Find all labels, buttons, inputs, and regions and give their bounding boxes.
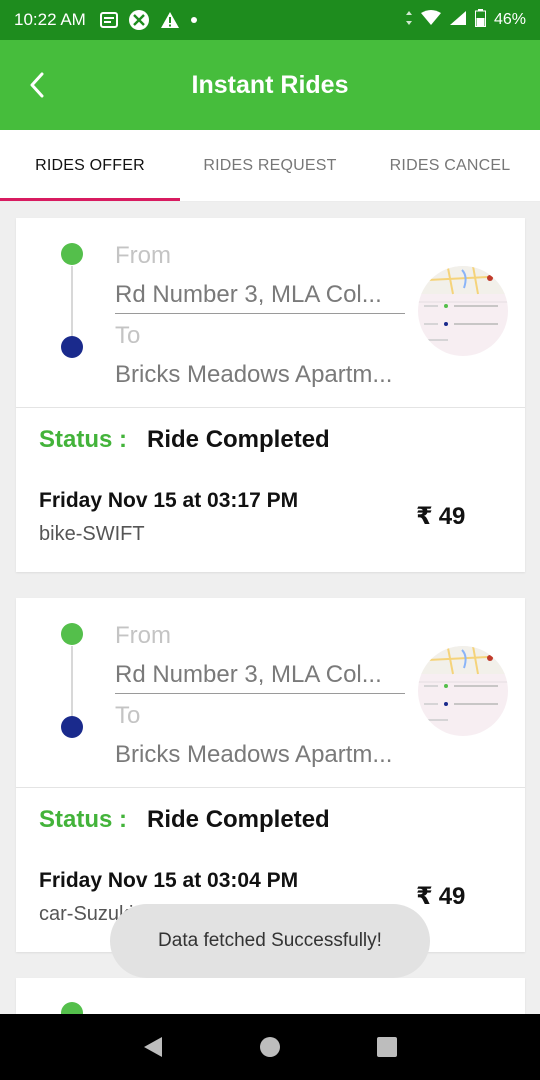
back-button[interactable] [22,68,52,102]
tab-rides-offer[interactable]: RIDES OFFER [0,130,180,201]
app-bar: Instant Rides [0,40,540,130]
route-line [71,266,73,336]
from-address: Rd Number 3, MLA Col... [115,281,405,314]
price-value: 49 [438,882,466,910]
status-row: Status : Ride Completed [39,806,330,834]
from-label: From [115,242,171,269]
from-dot [61,243,83,265]
status-label: Status : [39,806,128,833]
page-title: Instant Rides [191,70,349,99]
from-label: From [115,622,171,649]
ride-price: ₹ 49 [416,882,465,911]
nav-recents-button[interactable] [367,1027,407,1067]
recents-square-icon [377,1037,398,1057]
tab-bar: RIDES OFFER RIDES REQUEST RIDES CANCEL [0,130,540,202]
nav-back-button[interactable] [133,1027,173,1067]
route-section: From Rd Number 3, MLA Col... To Bricks M… [16,598,525,788]
map-thumbnail[interactable] [418,266,508,356]
status-bar: 10:22 AM 46% [0,0,540,40]
status-value: Ride Completed [147,806,330,833]
data-arrows-icon [405,10,413,31]
battery-icon [474,8,486,32]
route-line [71,646,73,716]
rupee-icon: ₹ [416,883,433,910]
toast-message: Data fetched Successfully! [110,904,430,978]
from-dot [61,623,83,645]
to-address: Bricks Meadows Apartm... [115,361,393,388]
system-nav-bar [0,1014,540,1080]
dot-icon [190,16,198,24]
from-dot [61,1002,83,1014]
status-value: Ride Completed [147,426,330,453]
status-label: Status : [39,426,128,453]
status-row: Status : Ride Completed [39,426,330,454]
home-circle-icon [259,1037,280,1057]
nav-home-button[interactable] [250,1027,290,1067]
to-dot [61,336,83,358]
rupee-icon: ₹ [416,503,433,530]
compass-icon [128,9,150,31]
ride-price: ₹ 49 [416,502,465,531]
ride-datetime: Friday Nov 15 at 03:17 PM [39,489,299,512]
ride-datetime: Friday Nov 15 at 03:04 PM [39,869,299,892]
warning-icon [160,11,180,29]
ride-card[interactable]: From Rd Number 3, MLA Col... To Bricks M… [16,218,525,572]
notification-icon [99,12,118,28]
to-address: Bricks Meadows Apartm... [115,741,393,768]
wifi-icon [420,9,441,31]
to-label: To [115,322,141,349]
signal-icon [449,10,467,31]
from-address: Rd Number 3, MLA Col... [115,661,405,694]
battery-percent: 46% [493,11,526,28]
tab-rides-cancel[interactable]: RIDES CANCEL [360,130,540,201]
route-section: From Rd Number 3, MLA Col... To Bricks M… [16,218,525,408]
status-time: 10:22 AM [14,10,86,29]
to-dot [61,716,83,738]
ride-vehicle: bike-SWIFT [39,523,145,545]
ride-card[interactable]: From Rd Number 3, MLA Col... To Bricks M… [16,598,525,952]
price-value: 49 [438,502,466,530]
ride-card[interactable] [16,978,525,1014]
map-thumbnail[interactable] [418,646,508,736]
tab-rides-request[interactable]: RIDES REQUEST [180,130,360,201]
back-triangle-icon [143,1037,162,1057]
chevron-left-icon [30,72,44,98]
to-label: To [115,702,141,729]
